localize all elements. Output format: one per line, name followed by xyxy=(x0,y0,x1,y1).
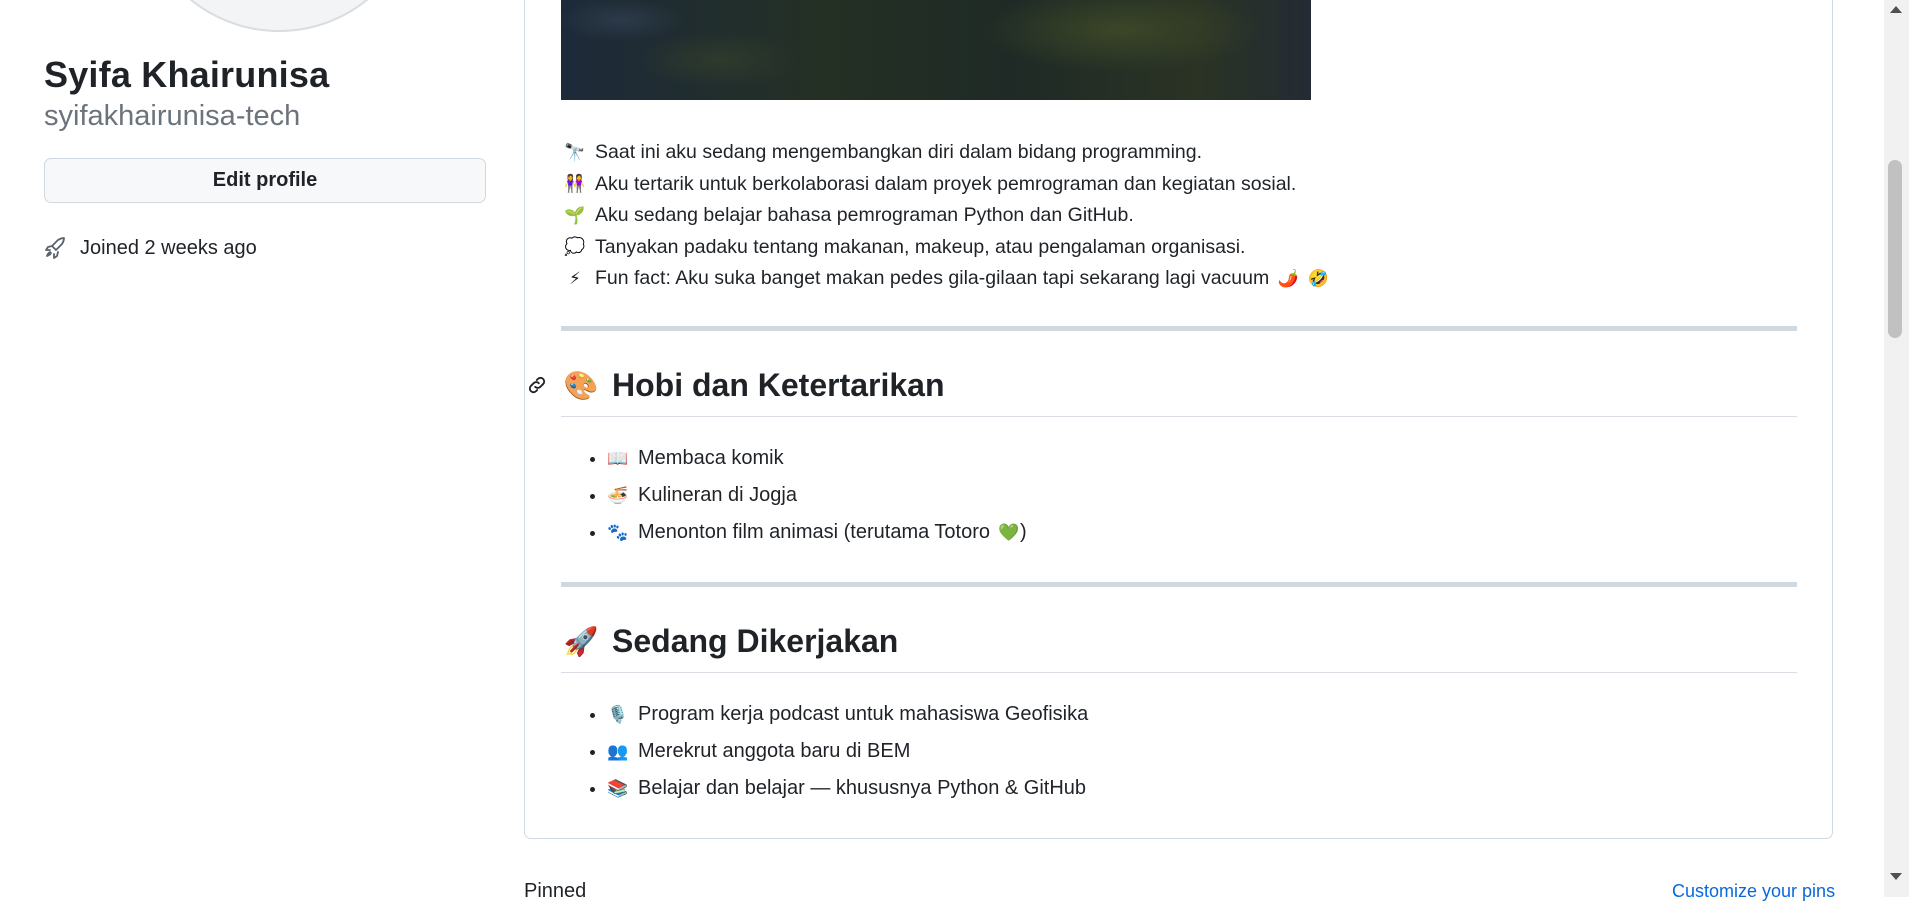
section-heading-dikerjakan: 🚀 Sedang Dikerjakan xyxy=(563,623,899,660)
pinned-heading: Pinned xyxy=(524,880,587,902)
intro-text: Aku tertarik untuk berkolaborasi dalam p… xyxy=(595,172,1297,195)
intro-line: 🔭 Saat ini aku sedang mengembangkan diri… xyxy=(564,137,1329,169)
heading-underline xyxy=(561,672,1797,673)
scrollbar-thumb[interactable] xyxy=(1888,160,1902,338)
paw-prints-icon: 🐾 xyxy=(607,523,629,542)
scroll-up-arrow-icon[interactable] xyxy=(1889,4,1903,14)
section-title: Sedang Dikerjakan xyxy=(612,623,899,659)
microphone-icon: 🎙️ xyxy=(607,705,629,724)
people-icon: 👭 xyxy=(564,174,586,194)
avatar[interactable] xyxy=(138,0,420,32)
heading-underline xyxy=(561,416,1797,417)
dikerjakan-list: 🎙️ Program kerja podcast untuk mahasiswa… xyxy=(585,696,1088,807)
joined-info: Joined 2 weeks ago xyxy=(44,236,257,260)
scrollbar[interactable] xyxy=(1884,0,1909,897)
green-heart-icon: 💚 xyxy=(998,523,1020,542)
divider xyxy=(561,326,1797,331)
intro-text: Tanyakan padaku tentang makanan, makeup,… xyxy=(595,235,1246,258)
link-icon[interactable] xyxy=(526,374,548,396)
section-heading-hobi: 🎨 Hobi dan Ketertarikan xyxy=(564,367,945,404)
list-item: 📖 Membaca komik xyxy=(607,440,1027,477)
rocket-emoji-icon: 🚀 xyxy=(563,626,599,657)
hobi-list: 📖 Membaca komik 🍜 Kulineran di Jogja 🐾 M… xyxy=(585,440,1027,551)
list-item: 🍜 Kulineran di Jogja xyxy=(607,477,1027,514)
customize-pins-link[interactable]: Customize your pins xyxy=(1672,881,1835,902)
rocket-icon xyxy=(45,237,65,259)
list-item-text: Program kerja podcast untuk mahasiswa Ge… xyxy=(638,703,1089,725)
intro-text: Saat ini aku sedang mengembangkan diri d… xyxy=(595,141,1203,164)
banner-image xyxy=(561,0,1311,100)
list-item: 📚 Belajar dan belajar — khususnya Python… xyxy=(607,770,1088,807)
intro-text: Fun fact: Aku suka banget makan pedes gi… xyxy=(595,267,1270,290)
list-item-text: Menonton film animasi (terutama Totoro xyxy=(638,521,991,543)
noodle-bowl-icon: 🍜 xyxy=(607,486,629,505)
joined-text: Joined 2 weeks ago xyxy=(80,236,257,259)
intro-line: 👭 Aku tertarik untuk berkolaborasi dalam… xyxy=(564,169,1329,201)
intro-line: 💭 Tanyakan padaku tentang makanan, makeu… xyxy=(564,232,1329,264)
list-item-text: Belajar dan belajar — khususnya Python &… xyxy=(638,777,1087,799)
intro-line: 🌱 Aku sedang belajar bahasa pemrograman … xyxy=(564,200,1329,232)
divider xyxy=(561,582,1797,587)
list-item-text: Membaca komik xyxy=(638,447,784,469)
people-group-icon: 👥 xyxy=(607,742,629,761)
scroll-down-arrow-icon[interactable] xyxy=(1889,872,1903,882)
list-item: 👥 Merekrut anggota baru di BEM xyxy=(607,733,1088,770)
intro-lines: 🔭 Saat ini aku sedang mengembangkan diri… xyxy=(564,137,1329,295)
speech-bubble-icon: 💭 xyxy=(564,237,586,257)
list-item-text-end: ) xyxy=(1020,521,1027,543)
lightning-icon: ⚡ xyxy=(569,268,581,288)
laughing-face-icon: 🤣 xyxy=(1307,268,1329,288)
profile-login: syifakhairunisa-tech xyxy=(44,100,301,132)
open-book-icon: 📖 xyxy=(607,449,629,468)
telescope-icon: 🔭 xyxy=(564,142,586,162)
list-item: 🐾 Menonton film animasi (terutama Totoro… xyxy=(607,514,1027,551)
section-title: Hobi dan Ketertarikan xyxy=(612,367,945,403)
palette-icon: 🎨 xyxy=(563,370,599,401)
list-item-text: Kulineran di Jogja xyxy=(638,484,797,506)
seedling-icon: 🌱 xyxy=(564,205,586,225)
intro-line: ⚡ Fun fact: Aku suka banget makan pedes … xyxy=(564,263,1329,295)
profile-name: Syifa Khairunisa xyxy=(44,54,330,95)
edit-profile-button[interactable]: Edit profile xyxy=(44,158,486,203)
chili-pepper-icon: 🌶️ xyxy=(1277,268,1299,288)
list-item: 🎙️ Program kerja podcast untuk mahasiswa… xyxy=(607,696,1088,733)
list-item-text: Merekrut anggota baru di BEM xyxy=(638,740,911,762)
intro-text: Aku sedang belajar bahasa pemrograman Py… xyxy=(595,204,1134,227)
books-icon: 📚 xyxy=(607,779,629,798)
